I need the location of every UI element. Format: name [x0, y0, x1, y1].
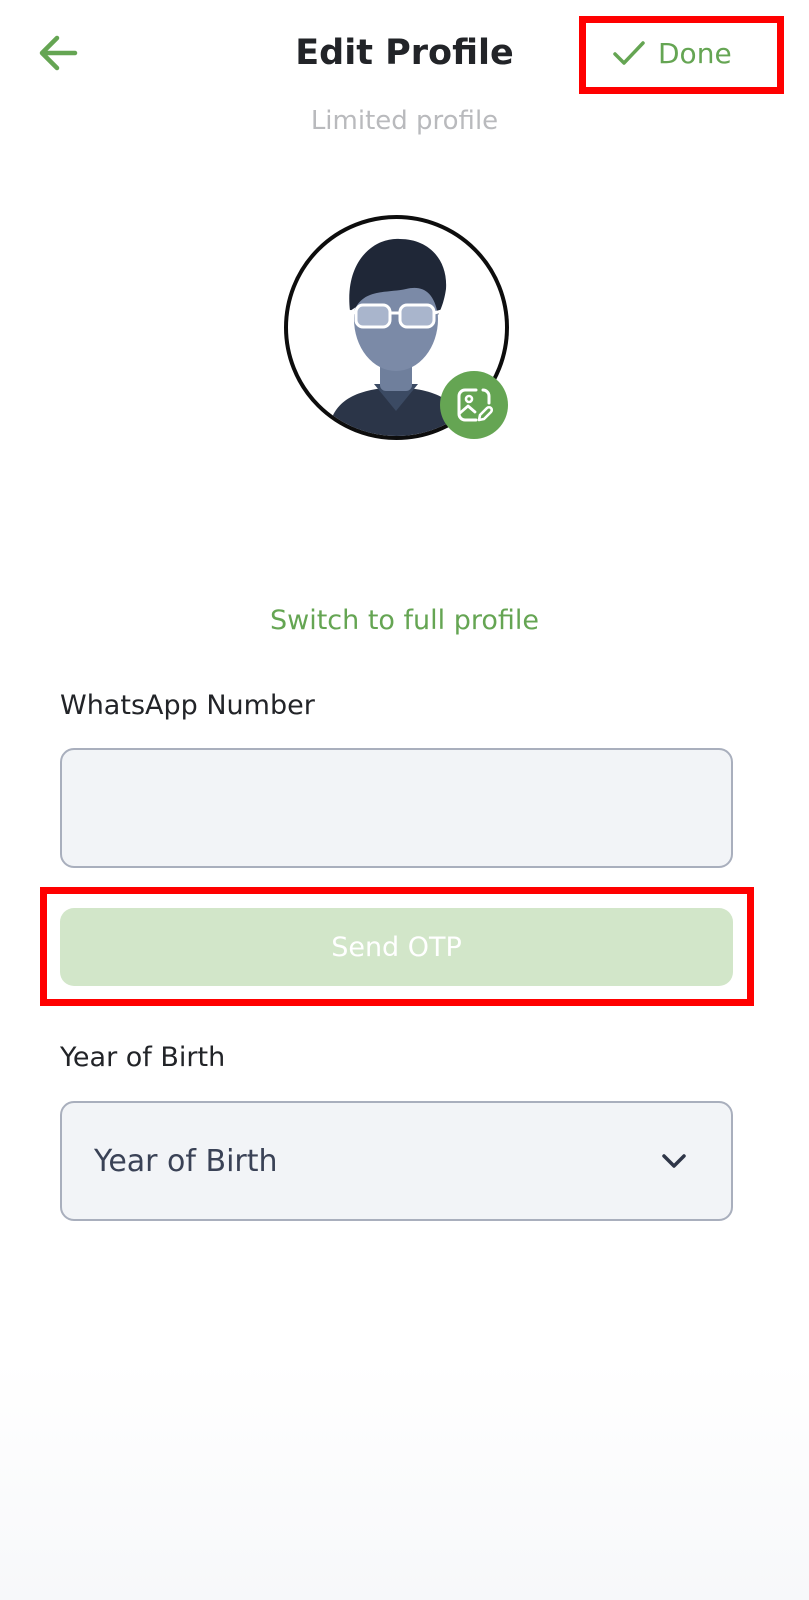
- done-button[interactable]: Done: [612, 30, 742, 76]
- year-of-birth-select[interactable]: Year of Birth: [60, 1101, 733, 1221]
- year-of-birth-label: Year of Birth: [60, 1042, 226, 1073]
- chevron-down-icon: [662, 1154, 686, 1168]
- check-icon: [613, 41, 645, 65]
- whatsapp-number-input[interactable]: [62, 750, 731, 866]
- switch-to-full-profile-link[interactable]: Switch to full profile: [0, 605, 809, 636]
- year-of-birth-selected-value: Year of Birth: [94, 1143, 278, 1179]
- send-otp-button[interactable]: Send OTP: [60, 908, 733, 986]
- whatsapp-number-field[interactable]: [60, 748, 733, 868]
- edit-profile-screen: Edit Profile Done Limited profile Switch…: [0, 0, 809, 1600]
- done-label: Done: [658, 36, 732, 70]
- profile-type-subtitle: Limited profile: [310, 106, 499, 136]
- whatsapp-number-label: WhatsApp Number: [60, 690, 315, 721]
- image-edit-icon: [457, 388, 494, 422]
- change-photo-button[interactable]: [440, 371, 508, 439]
